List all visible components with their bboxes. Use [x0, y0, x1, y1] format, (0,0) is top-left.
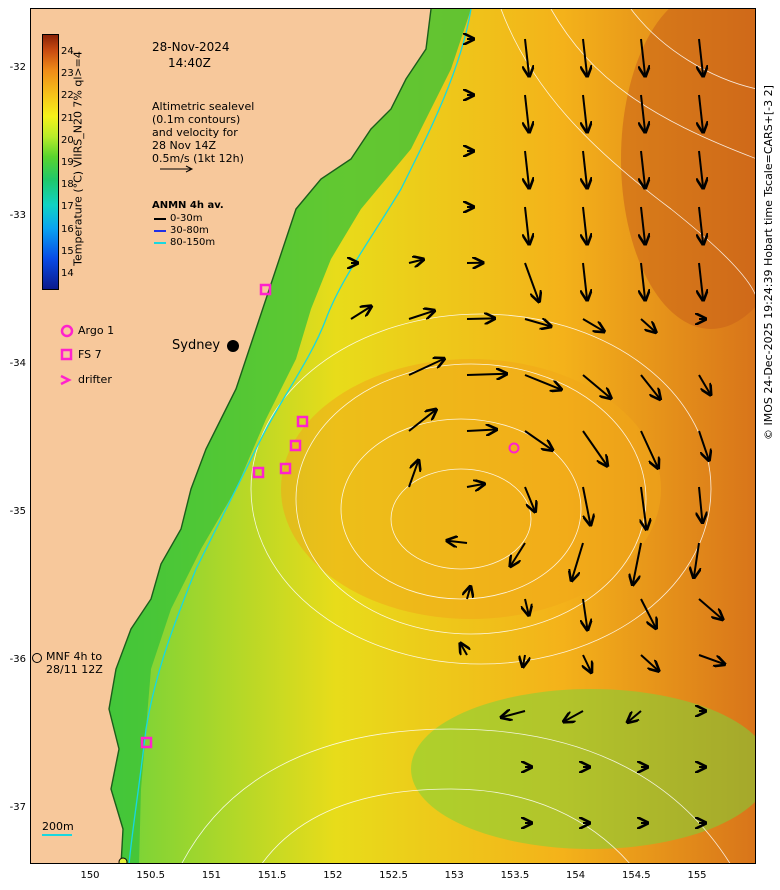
mooring-marker: [118, 857, 128, 863]
credit-text: © IMOS 24-Dec-2025 19:24:39 Hobart time …: [762, 85, 775, 440]
altimetry-line: and velocity for: [152, 126, 238, 139]
sydney-label: Sydney: [172, 338, 221, 353]
sst-map: [31, 9, 755, 863]
altimetry-line: 28 Nov 14Z: [152, 139, 216, 152]
x-tick: 152.5: [379, 870, 408, 881]
anmn-label: 0-30m: [170, 213, 203, 224]
mnf-label: MNF 4h to: [46, 650, 103, 663]
isobath-legend-line: [42, 834, 72, 836]
map-date: 28-Nov-2024: [152, 40, 230, 54]
cool-south: [411, 689, 755, 849]
y-tick: -36: [9, 654, 26, 665]
colorbar: [42, 34, 59, 290]
argo-legend-icon: [60, 324, 74, 338]
anmn-label: 30-80m: [170, 225, 209, 236]
anmn-line-icon: [154, 230, 166, 232]
x-tick: 151.5: [257, 870, 287, 881]
colorbar-label: Temperature (°C) VIIRS_N20 7% ql>=4: [71, 51, 85, 266]
y-tick: -34: [9, 358, 26, 369]
y-tick: -33: [9, 210, 26, 221]
mnf-label: 28/11 12Z: [46, 663, 103, 676]
scale-arrow-icon: [160, 165, 194, 173]
sydney-marker: [227, 340, 239, 352]
x-tick: 152: [323, 870, 343, 881]
x-tick: 154: [566, 870, 586, 881]
altimetry-line: (0.1m contours): [152, 113, 241, 126]
fs-legend-icon: [60, 348, 73, 361]
x-tick: 150.5: [136, 870, 165, 881]
mnf-legend-icon: [32, 653, 42, 663]
x-tick: 150: [80, 870, 100, 881]
anmn-line-icon: [154, 218, 166, 220]
y-tick: -35: [9, 506, 26, 517]
velocity-arrow: [466, 374, 506, 375]
map-frame: [30, 8, 756, 864]
velocity-arrow: [466, 318, 494, 319]
drifter-legend-icon: [60, 374, 72, 386]
altimetry-line: Altimetric sealevel: [152, 100, 255, 113]
anmn-line-icon: [154, 242, 166, 244]
isobath-label: 200m: [42, 820, 74, 833]
y-tick: -32: [9, 62, 26, 73]
anmn-label: 80-150m: [170, 237, 216, 248]
drifter-legend-label: drifter: [78, 373, 112, 386]
y-tick: -37: [9, 802, 26, 813]
x-tick: 155: [687, 870, 707, 881]
x-tick: 151: [201, 870, 221, 881]
x-tick: 153: [444, 870, 464, 881]
warm-eddy: [281, 359, 661, 619]
x-tick: 154.5: [621, 870, 651, 881]
argo-legend-label: Argo 1: [78, 324, 115, 337]
anmn-title: ANMN 4h av.: [152, 200, 224, 211]
fs-legend-label: FS 7: [78, 348, 102, 361]
map-time: 14:40Z: [168, 56, 211, 70]
x-tick: 153.5: [500, 870, 530, 881]
